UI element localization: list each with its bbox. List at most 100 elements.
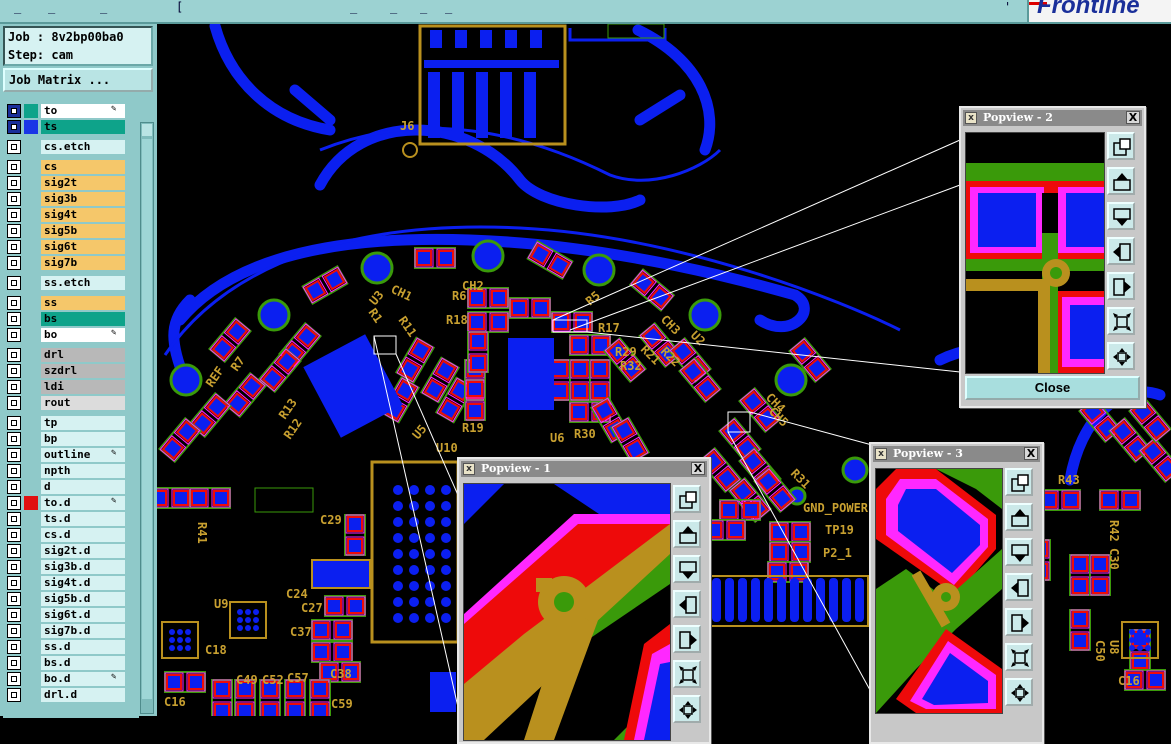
layer-checkbox[interactable] xyxy=(7,656,21,670)
layer-checkbox[interactable] xyxy=(7,364,21,378)
layer-checkbox[interactable] xyxy=(7,416,21,430)
layer-checkbox[interactable] xyxy=(7,140,21,154)
layer-checkbox[interactable] xyxy=(7,276,21,290)
layer-checkbox[interactable] xyxy=(7,480,21,494)
close-icon[interactable]: X xyxy=(1024,447,1038,460)
layer-name[interactable]: cs.etch xyxy=(41,140,125,154)
layer-name[interactable]: sig2t.d xyxy=(41,544,125,558)
pan-left-button[interactable] xyxy=(673,590,701,618)
popview-3-titlebar[interactable]: x Popview - 3 X xyxy=(873,446,1040,462)
close-icon[interactable]: X xyxy=(1126,111,1140,124)
zoom-out-button[interactable] xyxy=(1107,307,1135,335)
layer-checkbox[interactable] xyxy=(7,688,21,702)
menu-fragment[interactable]: ' xyxy=(1004,0,1011,14)
zoom-in-button[interactable] xyxy=(1005,678,1033,706)
layer-name[interactable]: drl xyxy=(41,348,125,362)
layer-name[interactable]: tp xyxy=(41,416,125,430)
scroll-thumb[interactable] xyxy=(142,139,152,699)
pan-down-button[interactable] xyxy=(1005,538,1033,566)
layer-checkbox[interactable] xyxy=(7,512,21,526)
zoom-in-button[interactable] xyxy=(673,695,701,723)
scroll-up-arrow[interactable] xyxy=(142,124,152,136)
pan-down-button[interactable] xyxy=(1107,202,1135,230)
pan-right-button[interactable] xyxy=(673,625,701,653)
layer-name[interactable]: drl.d xyxy=(41,688,125,702)
zoom-home-button[interactable] xyxy=(673,485,701,513)
menu-fragment[interactable]: _ xyxy=(14,0,21,14)
layer-name[interactable]: d xyxy=(41,480,125,494)
layer-checkbox[interactable] xyxy=(7,624,21,638)
layer-name[interactable]: sig7b xyxy=(41,256,125,270)
layer-checkbox[interactable] xyxy=(7,640,21,654)
layer-name[interactable]: cs.d xyxy=(41,528,125,542)
layer-color-swatch[interactable] xyxy=(24,120,38,134)
popview-1-window[interactable]: x Popview - 1 X xyxy=(457,457,711,744)
layer-name[interactable]: sig6t xyxy=(41,240,125,254)
pan-right-button[interactable] xyxy=(1005,608,1033,636)
layer-name[interactable]: bs.d xyxy=(41,656,125,670)
layer-name[interactable]: ss xyxy=(41,296,125,310)
layer-name[interactable]: sig2t xyxy=(41,176,125,190)
layer-name[interactable]: sig4t xyxy=(41,208,125,222)
layer-checkbox[interactable] xyxy=(7,544,21,558)
layer-name[interactable]: sig5b xyxy=(41,224,125,238)
pcb-graphics-area[interactable]: J6 CH1 CH2 U3 R1 R6 R5 R18 R11 R17 CH3 U2 R29 R32 R21 R… xyxy=(149,20,1171,744)
popview-1-titlebar[interactable]: x Popview - 1 X xyxy=(461,461,707,477)
layer-name[interactable]: sig3b xyxy=(41,192,125,206)
menu-fragment[interactable]: _ xyxy=(100,0,107,14)
close-icon[interactable]: X xyxy=(691,462,705,475)
layer-name[interactable]: bp xyxy=(41,432,125,446)
layer-checkbox[interactable] xyxy=(7,672,21,686)
layer-name[interactable]: ss.etch xyxy=(41,276,125,290)
layer-checkbox[interactable] xyxy=(7,348,21,362)
layer-checkbox[interactable] xyxy=(7,224,21,238)
popview-2-canvas[interactable] xyxy=(965,132,1105,374)
layer-checkbox[interactable] xyxy=(7,576,21,590)
layer-name[interactable]: sig3b.d xyxy=(41,560,125,574)
layer-name[interactable]: sig6t.d xyxy=(41,608,125,622)
pan-right-button[interactable] xyxy=(1107,272,1135,300)
layer-checkbox[interactable] xyxy=(7,120,21,134)
popview-1-canvas[interactable] xyxy=(463,483,671,741)
popview-3-window[interactable]: x Popview - 3 X xyxy=(869,442,1044,744)
layer-color-swatch[interactable] xyxy=(24,104,38,118)
layer-color-swatch[interactable] xyxy=(24,496,38,510)
layer-checkbox[interactable] xyxy=(7,380,21,394)
menu-fragment[interactable]: _ xyxy=(445,0,452,14)
layer-name[interactable]: ts xyxy=(41,120,125,134)
layer-checkbox[interactable] xyxy=(7,592,21,606)
layer-checkbox[interactable] xyxy=(7,328,21,342)
layer-name[interactable]: npth xyxy=(41,464,125,478)
pan-left-button[interactable] xyxy=(1107,237,1135,265)
layer-name[interactable]: ss.d xyxy=(41,640,125,654)
job-matrix-button[interactable]: Job Matrix ... xyxy=(3,68,153,92)
layer-checkbox[interactable] xyxy=(7,104,21,118)
layer-checkbox[interactable] xyxy=(7,432,21,446)
pan-up-button[interactable] xyxy=(1005,503,1033,531)
layer-checkbox[interactable] xyxy=(7,312,21,326)
layer-checkbox[interactable] xyxy=(7,296,21,310)
layer-name[interactable]: cs xyxy=(41,160,125,174)
layer-checkbox[interactable] xyxy=(7,528,21,542)
layer-checkbox[interactable] xyxy=(7,208,21,222)
popview-3-canvas[interactable] xyxy=(875,468,1003,714)
menu-fragment[interactable]: _ xyxy=(48,0,55,14)
menu-fragment[interactable]: _ xyxy=(390,0,397,14)
layer-checkbox[interactable] xyxy=(7,448,21,462)
layer-list-scrollbar[interactable] xyxy=(140,122,154,714)
layer-checkbox[interactable] xyxy=(7,192,21,206)
layer-checkbox[interactable] xyxy=(7,240,21,254)
layer-checkbox[interactable] xyxy=(7,496,21,510)
layer-checkbox[interactable] xyxy=(7,396,21,410)
menu-fragment[interactable]: _ xyxy=(350,0,357,14)
zoom-home-button[interactable] xyxy=(1005,468,1033,496)
layer-name[interactable]: bs xyxy=(41,312,125,326)
pan-left-button[interactable] xyxy=(1005,573,1033,601)
layer-checkbox[interactable] xyxy=(7,176,21,190)
layer-name[interactable]: sig7b.d xyxy=(41,624,125,638)
layer-name[interactable]: ldi xyxy=(41,380,125,394)
pan-up-button[interactable] xyxy=(673,520,701,548)
layer-name[interactable]: rout xyxy=(41,396,125,410)
pan-down-button[interactable] xyxy=(673,555,701,583)
zoom-in-button[interactable] xyxy=(1107,342,1135,370)
